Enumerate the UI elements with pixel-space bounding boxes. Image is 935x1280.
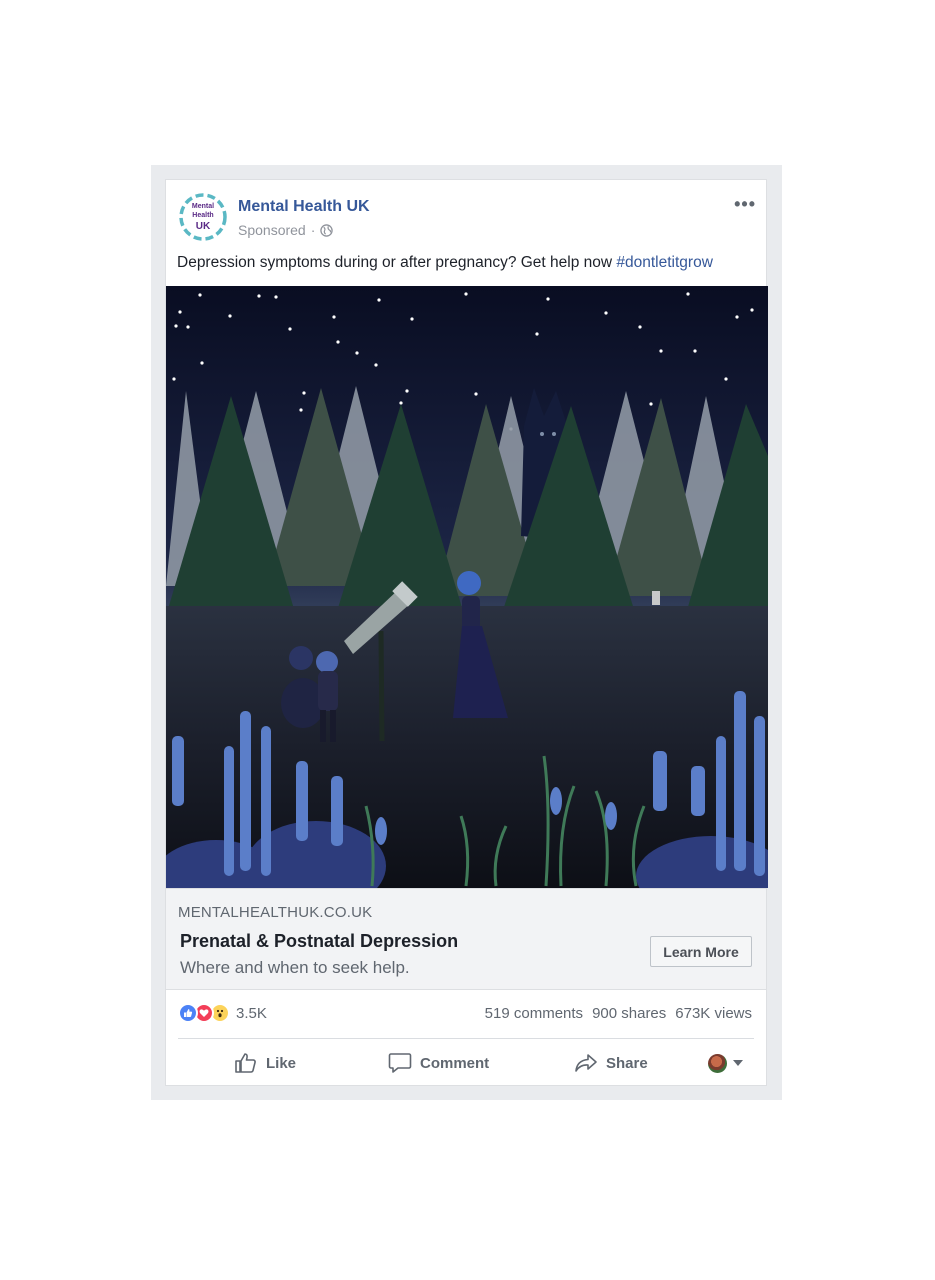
shares-count[interactable]: 900 shares — [592, 1005, 666, 1022]
learn-more-button[interactable]: Learn More — [650, 936, 752, 967]
action-divider — [178, 1038, 754, 1039]
hashtag-link[interactable]: #dontletitgrow — [616, 254, 713, 271]
avatar-line3: UK — [195, 220, 211, 232]
share-icon — [575, 1054, 597, 1072]
post-message: Depression symptoms during or after preg… — [177, 254, 713, 272]
link-description: Where and when to seek help. — [180, 958, 410, 977]
avatar-line1: Mental — [191, 202, 215, 210]
sponsored-label[interactable]: Sponsored — [238, 222, 306, 238]
avatar-line2: Health — [192, 211, 214, 219]
share-button[interactable]: Share — [574, 1046, 648, 1080]
sponsored-post-card: Mental Health UK Mental Health UK Sponso… — [165, 179, 768, 1086]
page-name-link[interactable]: Mental Health UK — [238, 198, 370, 216]
comment-icon — [388, 1053, 412, 1073]
comment-label: Comment — [420, 1054, 490, 1072]
like-label: Like — [266, 1054, 297, 1072]
post-message-text: Depression symptoms during or after preg… — [177, 254, 617, 271]
link-preview[interactable]: MENTALHEALTHUK.CO.UK Prenatal & Postnata… — [166, 888, 766, 990]
action-bar: Like Comment Share — [178, 1042, 754, 1084]
more-options-icon[interactable]: ••• — [734, 194, 756, 215]
comments-count[interactable]: 519 comments — [485, 1005, 583, 1022]
avatar-logo-text: Mental Health UK — [178, 192, 228, 242]
sponsored-label-row: Sponsored · — [238, 222, 334, 238]
comment-button[interactable]: Comment — [388, 1046, 489, 1080]
views-count[interactable]: 673K views — [675, 1005, 752, 1022]
like-button[interactable]: Like — [234, 1046, 296, 1080]
separator-dot: · — [310, 222, 316, 238]
user-avatar — [708, 1053, 727, 1073]
react-as-selector[interactable] — [708, 1046, 743, 1080]
engagement-stats: 519 comments 900 shares 673K views — [485, 1005, 752, 1022]
like-icon — [178, 1003, 198, 1023]
globe-icon — [320, 223, 334, 237]
ad-illustration-image[interactable] — [166, 286, 768, 888]
share-label: Share — [606, 1054, 648, 1072]
link-domain: MENTALHEALTHUK.CO.UK — [178, 904, 373, 921]
caret-down-icon — [733, 1060, 743, 1066]
link-headline[interactable]: Prenatal & Postnatal Depression — [180, 931, 458, 952]
reactions-summary[interactable]: 3.5K — [178, 1003, 267, 1023]
thumbs-up-icon — [235, 1053, 256, 1073]
reaction-count[interactable]: 3.5K — [236, 1005, 267, 1022]
page-avatar[interactable]: Mental Health UK — [178, 192, 228, 242]
